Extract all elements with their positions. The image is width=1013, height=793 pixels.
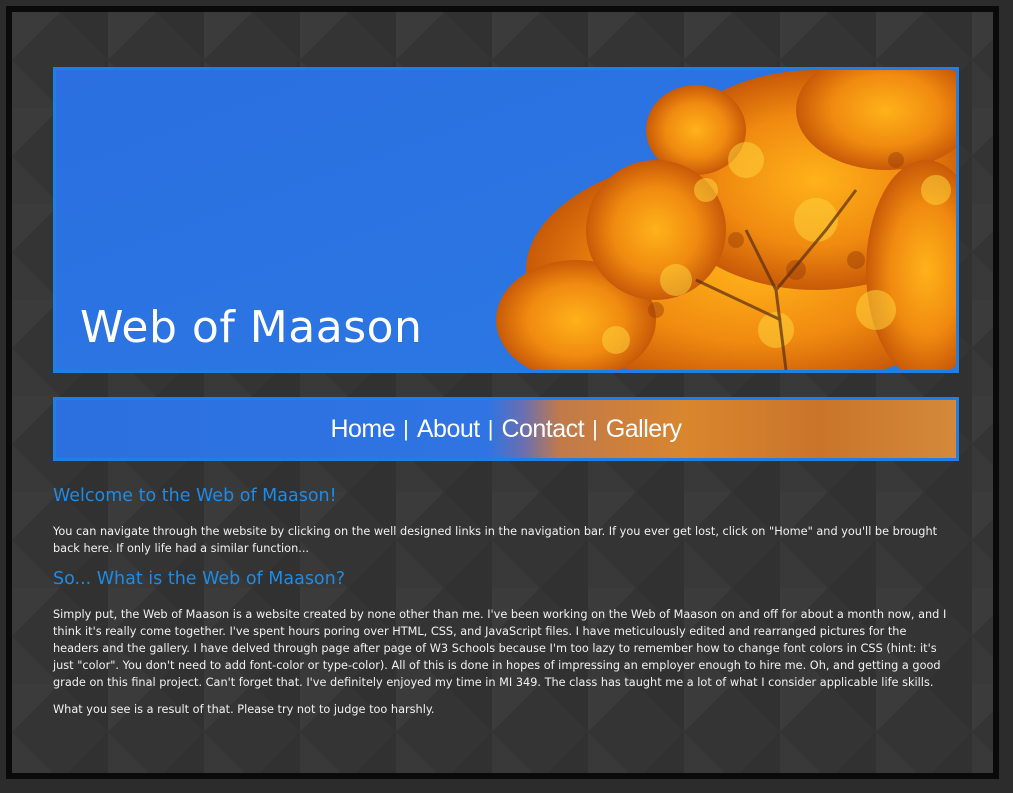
nav-separator: | xyxy=(592,416,598,441)
nav-link-contact[interactable]: Contact xyxy=(501,415,584,444)
about-paragraph: Simply put, the Web of Maason is a websi… xyxy=(53,608,947,689)
site-title: Web of Maason xyxy=(80,302,423,353)
nav-link-about[interactable]: About xyxy=(417,415,480,444)
navigation-bar: Home | About | Contact | Gallery xyxy=(53,397,959,461)
nav-separator: | xyxy=(403,416,409,441)
about-heading: So... What is the Web of Maason? xyxy=(53,569,346,589)
closing-paragraph: What you see is a result of that. Please… xyxy=(53,703,435,716)
welcome-heading: Welcome to the Web of Maason! xyxy=(53,486,337,506)
welcome-paragraph: You can navigate through the website by … xyxy=(53,525,938,555)
main-content: Welcome to the Web of Maason! You can na… xyxy=(53,486,955,728)
nav-link-home[interactable]: Home xyxy=(330,415,395,444)
nav-separator: | xyxy=(487,416,494,441)
about-section: So... What is the Web of Maason? Simply … xyxy=(53,569,955,718)
header-banner: Web of Maason xyxy=(53,67,959,373)
nav-link-gallery[interactable]: Gallery xyxy=(606,415,682,444)
welcome-section: Welcome to the Web of Maason! You can na… xyxy=(53,486,955,557)
